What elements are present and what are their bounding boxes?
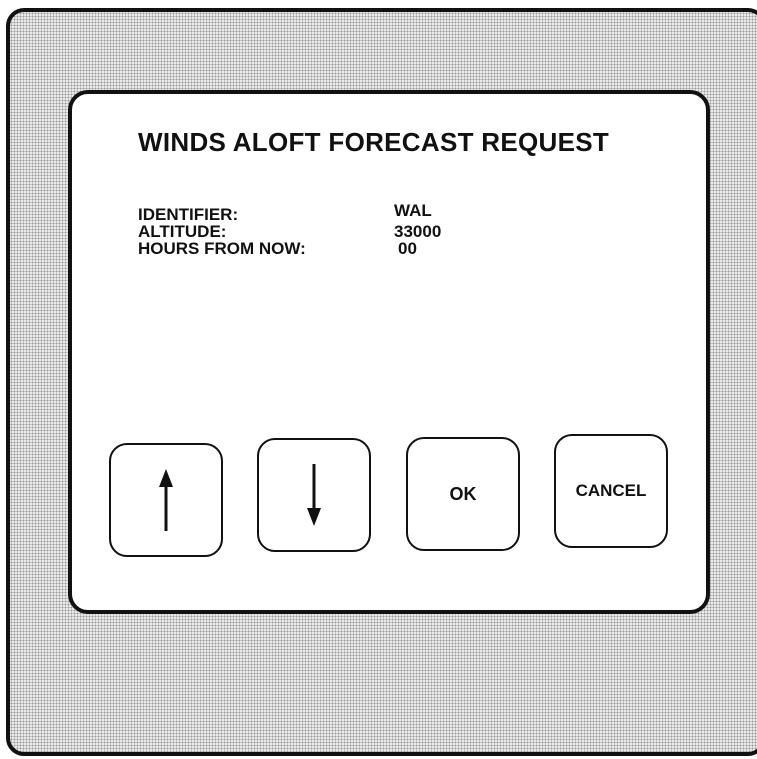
identifier-label: IDENTIFIER: xyxy=(138,205,239,224)
dialog-title: WINDS ALOFT FORECAST REQUEST xyxy=(138,127,610,157)
winds-aloft-dialog: WINDS ALOFT FORECAST REQUEST IDENTIFIER:… xyxy=(68,90,710,614)
down-arrow-icon xyxy=(307,464,321,526)
up-arrow-icon xyxy=(159,469,173,531)
down-button[interactable] xyxy=(257,438,371,552)
altitude-value[interactable]: 33000 xyxy=(394,223,441,240)
altitude-label: ALTITUDE: xyxy=(138,222,227,241)
hours-from-now-label: HOURS FROM NOW: xyxy=(138,239,306,258)
ok-button[interactable]: OK xyxy=(406,437,520,551)
hours-from-now-value[interactable]: 00 xyxy=(398,240,417,257)
up-button[interactable] xyxy=(109,443,223,557)
identifier-value[interactable]: WAL xyxy=(394,202,432,219)
cancel-button[interactable]: CANCEL xyxy=(554,434,668,548)
